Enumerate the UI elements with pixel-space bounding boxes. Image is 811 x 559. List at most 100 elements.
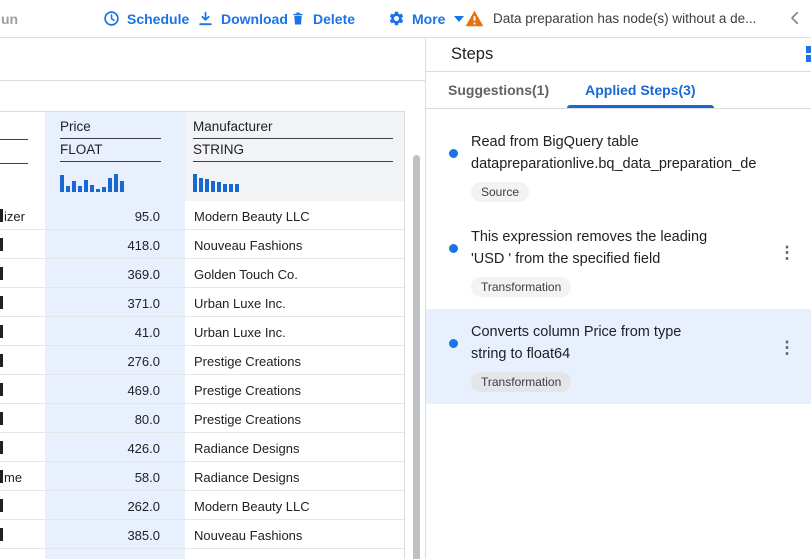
- cell-clipped: [0, 433, 45, 461]
- histogram-bar: [229, 184, 233, 192]
- table-row[interactable]: 469.0 Prestige Creations: [0, 375, 404, 404]
- cell-price: 469.0: [45, 375, 185, 403]
- cell-manufacturer: Modern Beauty LLC: [185, 491, 404, 519]
- panel-title: Steps: [451, 45, 493, 64]
- table-row[interactable]: 371.0 Urban Luxe Inc.: [0, 288, 404, 317]
- cell-clipped: [0, 230, 45, 258]
- data-table: Price FLOAT Manufacturer STRING izer 95.…: [0, 111, 405, 559]
- step-item-source[interactable]: Read from BigQuery table datapreparation…: [426, 119, 811, 214]
- cell-price: 262.0: [45, 491, 185, 519]
- tab-suggestions[interactable]: Suggestions(1): [430, 72, 567, 108]
- step-item-transformation-1[interactable]: This expression removes the leading 'USD…: [426, 214, 811, 309]
- cell-manufacturer: Radiance Designs: [185, 433, 404, 461]
- step-item-transformation-2-selected[interactable]: Converts column Price from type string t…: [426, 309, 811, 404]
- cell-price: 276.0: [45, 346, 185, 374]
- cell-price: 418.0: [45, 230, 185, 258]
- histogram-bar: [114, 174, 118, 192]
- column-type: STRING: [193, 142, 393, 162]
- histogram-bar: [84, 180, 88, 192]
- schedule-clock-icon: [103, 10, 120, 27]
- histogram-bar: [120, 181, 124, 192]
- column-header-clipped[interactable]: [0, 112, 45, 201]
- schedule-button[interactable]: Schedule: [103, 0, 189, 37]
- table-row[interactable]: 369.0 Golden Touch Co.: [0, 259, 404, 288]
- histogram-bar: [60, 175, 64, 192]
- histogram-bar: [90, 185, 94, 192]
- run-button-label: un: [1, 11, 18, 27]
- download-button[interactable]: Download: [197, 0, 288, 37]
- column-header-manufacturer[interactable]: Manufacturer STRING: [185, 112, 404, 201]
- cell-clipped: [0, 259, 45, 287]
- kebab-menu-icon[interactable]: ⋮: [778, 336, 796, 360]
- cell-manufacturer: Modern Beauty LLC: [185, 201, 404, 229]
- step-dot-icon: [449, 339, 458, 348]
- steps-panel-header: Steps: [426, 38, 811, 72]
- cell-manufacturer: Nouveau Fashions: [185, 520, 404, 548]
- table-row[interactable]: 385.0 Nouveau Fashions: [0, 520, 404, 549]
- cell-price: 80.0: [45, 404, 185, 432]
- cell-manufacturer: Prestige Creations: [185, 375, 404, 403]
- divider: [0, 80, 425, 81]
- trash-icon: [290, 10, 306, 27]
- cell-manufacturer: Golden Touch Co.: [185, 259, 404, 287]
- divider: [0, 139, 28, 140]
- applied-steps-list: Read from BigQuery table datapreparation…: [426, 109, 811, 404]
- table-row-partial[interactable]: [0, 549, 404, 559]
- tab-applied-steps[interactable]: Applied Steps(3): [567, 72, 713, 108]
- histogram-bar: [205, 179, 209, 192]
- cell-manufacturer: Urban Luxe Inc.: [185, 288, 404, 316]
- histogram-bar: [96, 189, 100, 192]
- table-header-row: Price FLOAT Manufacturer STRING: [0, 112, 404, 201]
- download-label: Download: [221, 11, 288, 27]
- table-row[interactable]: 426.0 Radiance Designs: [0, 433, 404, 462]
- cell-price: 369.0: [45, 259, 185, 287]
- chevron-left-icon[interactable]: [786, 9, 804, 27]
- table-row[interactable]: 41.0 Urban Luxe Inc.: [0, 317, 404, 346]
- column-type: FLOAT: [60, 142, 161, 162]
- table-row[interactable]: 276.0 Prestige Creations: [0, 346, 404, 375]
- table-row[interactable]: izer 95.0 Modern Beauty LLC: [0, 201, 404, 230]
- histogram-bar: [66, 186, 70, 192]
- cell-clipped: [0, 520, 45, 548]
- table-row[interactable]: 418.0 Nouveau Fashions: [0, 230, 404, 259]
- step-title-line: Read from BigQuery table: [471, 131, 771, 153]
- histogram-bar: [223, 184, 227, 192]
- cell-manufacturer: Nouveau Fashions: [185, 230, 404, 258]
- delete-button[interactable]: Delete: [290, 0, 355, 37]
- histogram-bar: [193, 174, 197, 192]
- kebab-menu-icon[interactable]: ⋮: [778, 241, 796, 265]
- run-button-clipped[interactable]: un: [1, 0, 18, 37]
- cell-price: 95.0: [45, 201, 185, 229]
- column-header-price[interactable]: Price FLOAT: [45, 112, 185, 201]
- cell-clipped: [0, 375, 45, 403]
- table-row[interactable]: 262.0 Modern Beauty LLC: [0, 491, 404, 520]
- cell-clipped: [0, 346, 45, 374]
- steps-tabs: Suggestions(1) Applied Steps(3): [426, 72, 811, 109]
- warning-banner: Data preparation has node(s) without a d…: [465, 0, 756, 37]
- clipped-panel-icon[interactable]: [806, 46, 811, 63]
- cell-price: [45, 549, 185, 559]
- step-dot-icon: [449, 244, 458, 253]
- cell-manufacturer: Prestige Creations: [185, 346, 404, 374]
- data-preview-area: Price FLOAT Manufacturer STRING izer 95.…: [0, 38, 425, 559]
- chevron-down-icon: [454, 16, 464, 22]
- column-name: Manufacturer: [193, 119, 393, 139]
- histogram-bar: [217, 182, 221, 192]
- vertical-scrollbar[interactable]: [413, 155, 420, 559]
- price-histogram[interactable]: [60, 174, 185, 192]
- cell-clipped: izer: [0, 201, 45, 229]
- histogram-bar: [102, 187, 106, 192]
- toolbar: un Schedule Download: [0, 0, 811, 38]
- divider: [0, 163, 28, 164]
- manufacturer-histogram[interactable]: [193, 174, 404, 192]
- more-button[interactable]: More: [388, 0, 464, 37]
- step-type-badge: Transformation: [471, 277, 571, 297]
- table-row[interactable]: me 58.0 Radiance Designs: [0, 462, 404, 491]
- table-row[interactable]: 80.0 Prestige Creations: [0, 404, 404, 433]
- download-icon: [197, 10, 214, 27]
- cell-clipped: me: [0, 462, 45, 490]
- step-title-line: Converts column Price from type: [471, 321, 771, 343]
- step-title-line: This expression removes the leading: [471, 226, 771, 248]
- table-body: izer 95.0 Modern Beauty LLC 418.0 Nouvea…: [0, 201, 404, 559]
- histogram-bar: [78, 186, 82, 192]
